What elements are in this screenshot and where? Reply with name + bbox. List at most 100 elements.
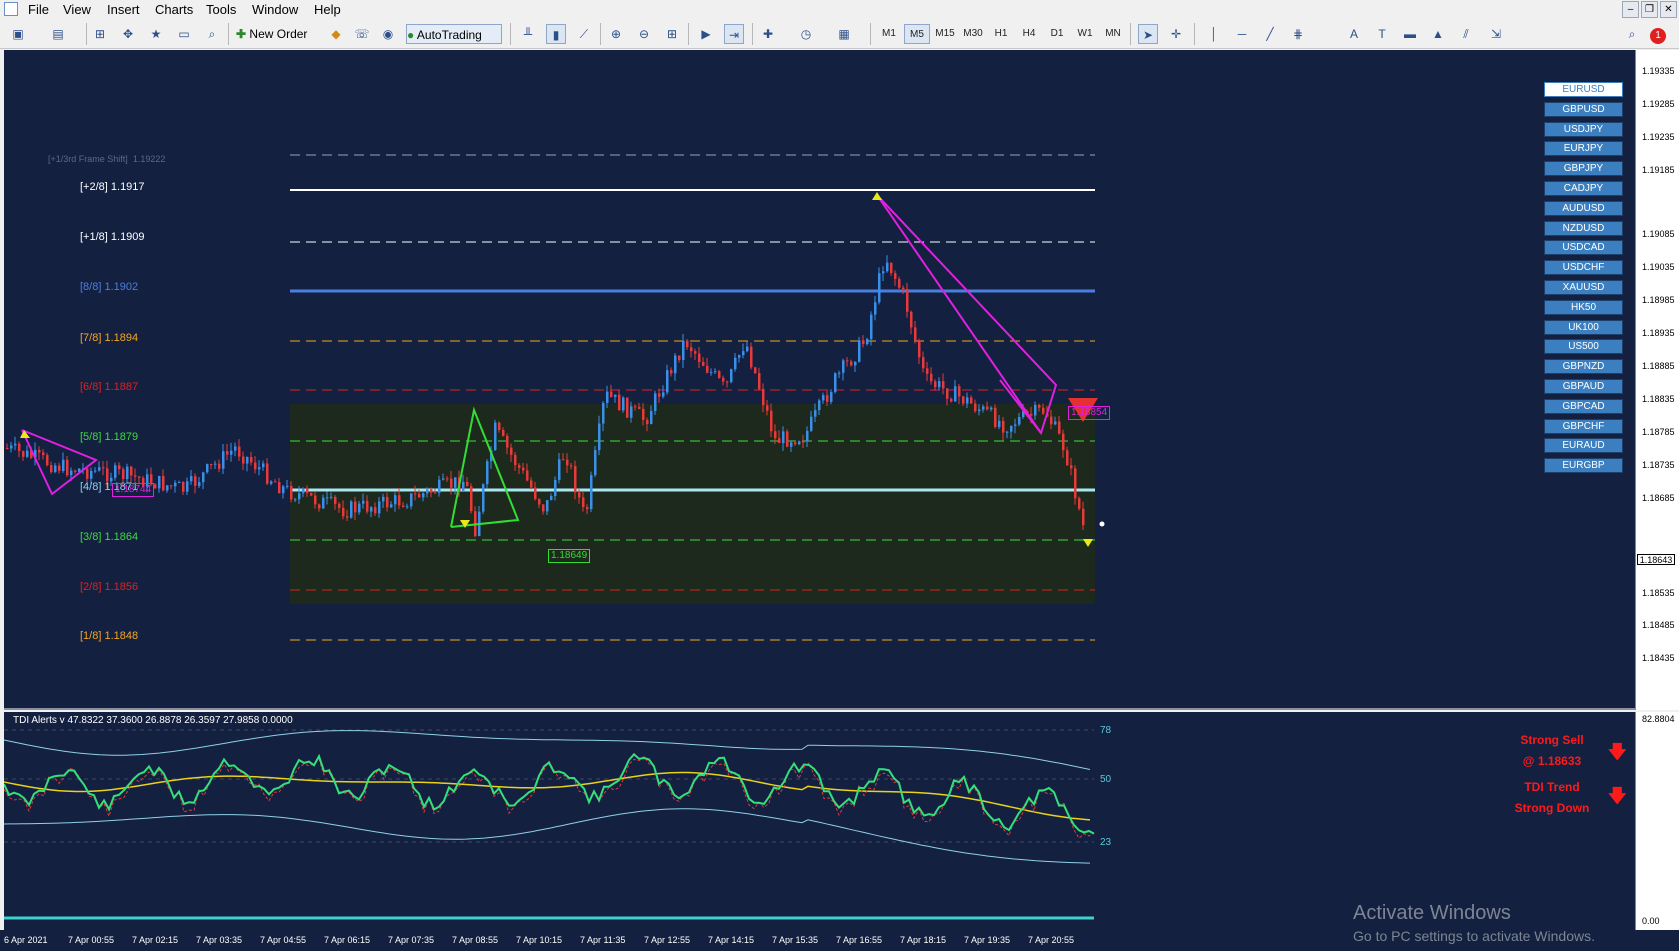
symbol-button-gbpusd[interactable]: GBPUSD [1544,101,1623,117]
timeframe-m5[interactable]: M5 [904,24,930,44]
symbol-button-nzdusd[interactable]: NZDUSD [1544,220,1623,236]
level-label: [5/8] 1.1879 [80,431,139,443]
trendline-icon[interactable]: ╱ [1260,24,1280,44]
zoom-in-icon[interactable]: ⊕ [606,24,626,44]
candle-body [922,357,925,369]
symbol-button-eurusd[interactable]: EURUSD [1544,82,1623,97]
templates-icon[interactable]: ▦ [834,24,854,44]
symbol-button-gbpjpy[interactable]: GBPJPY [1544,161,1623,177]
periods-icon[interactable]: ◷ [796,24,816,44]
symbol-button-eurgbp[interactable]: EURGBP [1544,458,1623,474]
candle-body [870,314,873,340]
timeframe-m30[interactable]: M30 [960,24,986,44]
candle-body [310,492,313,496]
menu-insert[interactable]: Insert [107,2,140,17]
tile-windows-icon[interactable]: ⊞ [662,24,682,44]
rectangle-icon[interactable]: ▬ [1400,24,1420,44]
tdi-level-78: 78 [1100,725,1112,736]
candle-body [566,459,569,466]
timeframe-h4[interactable]: H4 [1016,24,1042,44]
candle-body [510,447,513,455]
new-order-button[interactable]: ✚ New Order [236,24,324,44]
symbol-button-hk50[interactable]: HK50 [1544,299,1623,315]
symbol-button-cadjpy[interactable]: CADJPY [1544,181,1623,196]
candle-body [262,463,265,468]
candle-body [322,497,325,509]
symbol-button-audusd[interactable]: AUDUSD [1544,200,1623,216]
time-label: 7 Apr 18:15 [900,935,947,945]
text-icon[interactable]: A [1344,24,1364,44]
autotrading-button[interactable]: ● AutoTrading [406,24,502,44]
profiles-icon[interactable]: ▤ [48,24,68,44]
symbol-button-gbpnzd[interactable]: GBPNZD [1544,359,1623,375]
meta-editor-icon[interactable]: ◆ [326,24,346,44]
timeframe-m15[interactable]: M15 [932,24,958,44]
candlestick-icon[interactable]: ▮ [546,24,566,44]
search-icon[interactable]: ⌕ [1622,24,1642,44]
notification-badge[interactable]: 1 [1650,24,1670,44]
zoom-out-icon[interactable]: ⊖ [634,24,654,44]
symbol-button-eurjpy[interactable]: EURJPY [1544,141,1623,157]
symbol-button-xauusd[interactable]: XAUUSD [1544,280,1623,295]
timeframe-mn[interactable]: MN [1100,24,1126,44]
symbol-button-usdcad[interactable]: USDCAD [1544,240,1623,256]
fibo-fan-icon[interactable]: ⫽ [1456,24,1476,44]
candle-body [242,456,245,464]
toolbar-separator [1130,23,1131,45]
candle-body [826,395,829,402]
symbol-button-us500[interactable]: US500 [1544,339,1623,355]
arrows-icon[interactable]: ⇲ [1486,24,1506,44]
cursor-icon[interactable]: ➤ [1138,24,1158,44]
toolbar-separator [870,23,871,45]
vertical-line-icon[interactable]: │ [1204,24,1224,44]
menu-charts[interactable]: Charts [155,2,193,17]
tdi-indicator-panel[interactable]: TDI Alerts v 47.8322 37.3600 26.8878 26.… [4,712,1635,930]
signals-icon[interactable]: ☏ [352,24,372,44]
minimize-button[interactable]: – [1622,1,1639,18]
market-icon[interactable]: ◉ [378,24,398,44]
symbol-button-euraud[interactable]: EURAUD [1544,438,1623,454]
fibonacci-icon[interactable]: ⋕ [1288,24,1308,44]
candle-body [198,482,201,486]
symbol-button-gbpchf[interactable]: GBPCHF [1544,418,1623,434]
candle-body [346,516,349,518]
line-chart-icon[interactable]: ⟋ [574,24,594,44]
symbol-button-usdjpy[interactable]: USDJPY [1544,121,1623,137]
menu-tools[interactable]: Tools [206,2,236,17]
bar-chart-icon[interactable]: ╨ [518,24,538,44]
text-label-icon[interactable]: T [1372,24,1392,44]
triangle-icon[interactable]: ▲ [1428,24,1448,44]
symbol-button-usdchf[interactable]: USDCHF [1544,260,1623,276]
menu-view[interactable]: View [63,2,91,17]
restore-button[interactable]: ❐ [1641,1,1658,18]
data-window-icon[interactable]: ✥ [118,24,138,44]
time-label: 7 Apr 06:15 [324,935,371,945]
close-button[interactable]: ✕ [1660,1,1677,18]
menu-window[interactable]: Window [252,2,298,17]
symbol-button-uk100[interactable]: UK100 [1544,319,1623,335]
timeframe-w1[interactable]: W1 [1072,24,1098,44]
new-chart-icon[interactable]: ▣ [8,24,28,44]
candle-body [298,493,301,500]
main-chart[interactable]: [+1/3rd Frame Shift] 1.19222 [+2/8] 1.19… [4,50,1635,710]
timeframe-m1[interactable]: M1 [876,24,902,44]
candle-body [930,373,933,382]
candle-body [314,495,317,505]
timeframe-h1[interactable]: H1 [988,24,1014,44]
symbol-button-gbpcad[interactable]: GBPCAD [1544,398,1623,414]
indicators-icon[interactable]: ✚ [758,24,778,44]
strategy-tester-icon[interactable]: ⌕ [202,24,222,44]
symbol-button-gbpaud[interactable]: GBPAUD [1544,379,1623,394]
candle-body [482,484,485,512]
candle-body [866,339,869,345]
market-watch-icon[interactable]: ⊞ [90,24,110,44]
horizontal-line-icon[interactable]: ─ [1232,24,1252,44]
menu-help[interactable]: Help [314,2,341,17]
autoscroll-icon[interactable]: ▶ [696,24,716,44]
chart-shift-icon[interactable]: ⇥ [724,24,744,44]
menu-file[interactable]: File [28,2,49,17]
navigator-icon[interactable]: ★ [146,24,166,44]
timeframe-d1[interactable]: D1 [1044,24,1070,44]
terminal-icon[interactable]: ▭ [174,24,194,44]
crosshair-icon[interactable]: ✛ [1166,24,1186,44]
